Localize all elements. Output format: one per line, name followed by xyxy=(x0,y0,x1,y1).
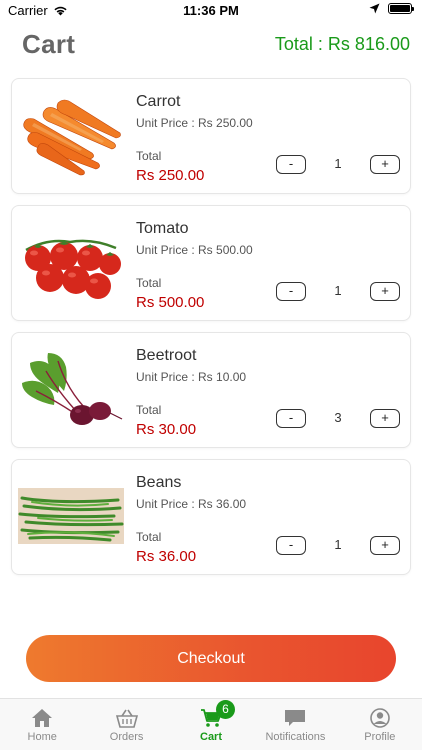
quantity-stepper: - 1 + xyxy=(276,155,400,175)
carrot-image xyxy=(23,99,121,176)
decrease-quantity-button[interactable]: - xyxy=(276,536,306,555)
header: Cart Total : Rs 816.00 xyxy=(22,26,410,66)
beans-image xyxy=(18,488,124,544)
quantity-stepper: - 1 + xyxy=(276,282,400,302)
tab-home[interactable]: Home xyxy=(0,699,84,750)
product-name: Tomato xyxy=(136,220,189,237)
tab-label: Orders xyxy=(109,731,144,743)
quantity-stepper: - 1 + xyxy=(276,536,400,556)
item-total: Rs 500.00 xyxy=(136,294,205,311)
item-total: Rs 30.00 xyxy=(136,421,197,438)
quantity-stepper: - 3 + xyxy=(276,409,400,429)
tab-cart[interactable]: 6 Cart xyxy=(169,699,253,750)
tab-notifications[interactable]: Notifications xyxy=(253,699,337,750)
cart-item-tomato: Tomato Unit Price : Rs 500.00 Total Rs 5… xyxy=(11,205,411,321)
status-bar: Carrier 11:36 PM xyxy=(0,0,422,22)
item-total-label: Total xyxy=(136,276,162,290)
cart-item-carrot: Carrot Unit Price : Rs 250.00 Total Rs 2… xyxy=(11,78,411,194)
increase-quantity-button[interactable]: + xyxy=(370,282,400,301)
basket-icon xyxy=(115,709,138,728)
tomato-image xyxy=(25,239,121,299)
item-total: Rs 36.00 xyxy=(136,548,197,565)
quantity-value: 1 xyxy=(334,283,342,298)
decrease-quantity-button[interactable]: - xyxy=(276,155,306,174)
decrease-quantity-button[interactable]: - xyxy=(276,409,306,428)
unit-price: Unit Price : Rs 10.00 xyxy=(136,370,247,384)
unit-price: Unit Price : Rs 36.00 xyxy=(136,497,247,511)
item-total-label: Total xyxy=(136,149,162,163)
tab-profile[interactable]: Profile xyxy=(338,699,422,750)
item-total-label: Total xyxy=(136,403,162,417)
tab-label: Cart xyxy=(200,731,223,743)
product-name: Beans xyxy=(136,474,182,491)
tab-label: Profile xyxy=(364,731,396,743)
tab-label: Notifications xyxy=(265,731,326,743)
status-time: 11:36 PM xyxy=(183,3,239,18)
battery-icon xyxy=(388,3,414,14)
tab-label: Home xyxy=(27,731,57,743)
cart-list: Carrot Unit Price : Rs 250.00 Total Rs 2… xyxy=(11,78,411,586)
home-icon xyxy=(32,709,53,727)
quantity-value: 1 xyxy=(334,156,342,171)
increase-quantity-button[interactable]: + xyxy=(370,536,400,555)
tab-bar: Home Orders 6 Cart Notifications Profile xyxy=(0,698,422,750)
quantity-value: 3 xyxy=(334,410,342,425)
decrease-quantity-button[interactable]: - xyxy=(276,282,306,301)
product-name: Beetroot xyxy=(136,347,197,364)
tab-orders[interactable]: Orders xyxy=(84,699,168,750)
beetroot-image xyxy=(22,353,123,425)
status-right xyxy=(369,3,414,14)
location-arrow-icon xyxy=(369,3,380,14)
cart-item-beans: Beans Unit Price : Rs 36.00 Total Rs 36.… xyxy=(11,459,411,575)
increase-quantity-button[interactable]: + xyxy=(370,409,400,428)
page-title: Cart xyxy=(22,29,76,59)
item-total-label: Total xyxy=(136,530,162,544)
product-name: Carrot xyxy=(136,93,181,110)
cart-item-beetroot: Beetroot Unit Price : Rs 10.00 Total Rs … xyxy=(11,332,411,448)
unit-price: Unit Price : Rs 250.00 xyxy=(136,116,253,130)
user-circle-icon xyxy=(370,708,390,728)
cart-count-badge: 6 xyxy=(216,700,236,719)
cart-total: Total : Rs 816.00 xyxy=(274,34,410,54)
chat-bubble-icon xyxy=(285,710,306,726)
increase-quantity-button[interactable]: + xyxy=(370,155,400,174)
checkout-button[interactable]: Checkout xyxy=(26,635,396,682)
item-total: Rs 250.00 xyxy=(136,167,205,184)
unit-price: Unit Price : Rs 500.00 xyxy=(136,243,253,257)
quantity-value: 1 xyxy=(334,537,342,552)
